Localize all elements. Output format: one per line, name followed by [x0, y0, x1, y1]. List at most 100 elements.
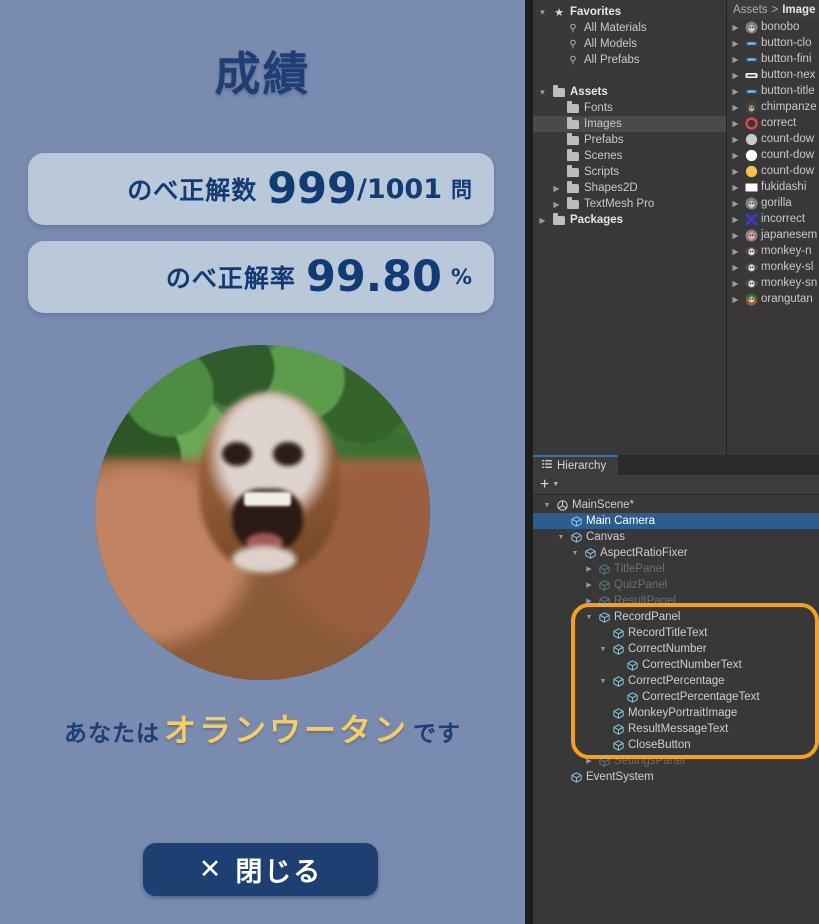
twisty-closed-icon[interactable]: [730, 87, 741, 96]
asset-row[interactable]: button-clo: [727, 35, 819, 51]
twisty-open-icon[interactable]: [541, 502, 553, 509]
twisty-open-icon[interactable]: [537, 8, 548, 17]
hierarchy-item-correctnumbertext[interactable]: CorrectNumberText: [533, 657, 819, 673]
asset-row[interactable]: incorrect: [727, 211, 819, 227]
twisty-closed-icon[interactable]: [730, 135, 741, 144]
project-tree-item-textmesh-pro[interactable]: TextMesh Pro: [533, 196, 726, 212]
close-button[interactable]: ✕ 閉じる: [143, 843, 378, 896]
twisty-closed-icon[interactable]: [730, 71, 741, 80]
asset-row[interactable]: fukidashi: [727, 179, 819, 195]
twisty-closed-icon[interactable]: [730, 183, 741, 192]
twisty-closed-icon[interactable]: [583, 565, 595, 573]
asset-row[interactable]: monkey-sl: [727, 259, 819, 275]
asset-row[interactable]: button-fini: [727, 51, 819, 67]
twisty-closed-icon[interactable]: [730, 247, 741, 256]
twisty-closed-icon[interactable]: [730, 119, 741, 128]
project-tree-item-shapes2d[interactable]: Shapes2D: [533, 180, 726, 196]
asset-row[interactable]: gorilla: [727, 195, 819, 211]
project-folder-tree[interactable]: ★ Favorites ⚲ All Materials ⚲ All Models ⚲ All …: [533, 0, 727, 455]
gameobject-icon: [626, 659, 639, 671]
hierarchy-item-monkeyportraitimage[interactable]: MonkeyPortraitImage: [533, 705, 819, 721]
correct-percentage-unit: %: [450, 265, 472, 289]
hierarchy-item-aspectratiofixer[interactable]: AspectRatioFixer: [533, 545, 819, 561]
project-tree-item-all-materials[interactable]: ⚲ All Materials: [533, 20, 726, 36]
asset-row[interactable]: count-dow: [727, 131, 819, 147]
twisty-closed-icon[interactable]: [583, 597, 595, 605]
hierarchy-item-correctpercentage[interactable]: CorrectPercentage: [533, 673, 819, 689]
twisty-closed-icon[interactable]: [730, 167, 741, 176]
asset-row-label: chimpanze: [761, 101, 817, 113]
star-icon: ★: [554, 6, 564, 19]
project-tree-item-assets[interactable]: Assets: [533, 84, 726, 100]
twisty-closed-icon[interactable]: [730, 39, 741, 48]
hierarchy-item-titlepanel[interactable]: TitlePanel: [533, 561, 819, 577]
twisty-closed-icon[interactable]: [551, 184, 562, 193]
asset-row[interactable]: japanesem: [727, 227, 819, 243]
twisty-closed-icon[interactable]: [730, 231, 741, 240]
hierarchy-tree[interactable]: MainScene* Main Camera Canvas AspectRatioFi…: [533, 495, 819, 785]
hierarchy-item-label: ResultMessageText: [628, 723, 729, 735]
twisty-closed-icon[interactable]: [583, 757, 595, 765]
add-gameobject-button[interactable]: +: [540, 476, 549, 493]
twisty-open-icon[interactable]: [597, 646, 609, 653]
asset-row[interactable]: orangutan: [727, 291, 819, 307]
twisty-closed-icon[interactable]: [730, 199, 741, 208]
breadcrumb-current[interactable]: Image: [782, 4, 815, 16]
twisty-closed-icon[interactable]: [730, 23, 741, 32]
hierarchy-item-quizpanel[interactable]: QuizPanel: [533, 577, 819, 593]
asset-row[interactable]: correct: [727, 115, 819, 131]
hierarchy-item-resultpanel[interactable]: ResultPanel: [533, 593, 819, 609]
twisty-open-icon[interactable]: [555, 534, 567, 541]
twisty-open-icon[interactable]: [569, 550, 581, 557]
asset-row[interactable]: chimpanze: [727, 99, 819, 115]
asset-row[interactable]: monkey-sn: [727, 275, 819, 291]
breadcrumb-root[interactable]: Assets: [733, 4, 768, 16]
twisty-closed-icon[interactable]: [537, 216, 548, 225]
asset-row[interactable]: button-nex: [727, 67, 819, 83]
twisty-open-icon[interactable]: [537, 88, 548, 97]
hierarchy-item-resultmessagetext[interactable]: ResultMessageText: [533, 721, 819, 737]
asset-row[interactable]: bonobo: [727, 19, 819, 35]
project-tree-item-scenes[interactable]: Scenes: [533, 148, 726, 164]
twisty-closed-icon[interactable]: [730, 103, 741, 112]
project-tree-item-favorites[interactable]: ★ Favorites: [533, 4, 726, 20]
twisty-closed-icon[interactable]: [730, 151, 741, 160]
asset-row[interactable]: button-title: [727, 83, 819, 99]
hierarchy-item-recordpanel[interactable]: RecordPanel: [533, 609, 819, 625]
twisty-closed-icon[interactable]: [730, 55, 741, 64]
twisty-closed-icon[interactable]: [730, 279, 741, 288]
twisty-open-icon[interactable]: [597, 678, 609, 685]
hierarchy-item-main-camera[interactable]: Main Camera: [533, 513, 819, 529]
chevron-down-icon[interactable]: ▼: [552, 481, 559, 488]
twisty-closed-icon[interactable]: [583, 581, 595, 589]
hierarchy-item-correctnumber[interactable]: CorrectNumber: [533, 641, 819, 657]
tab-hierarchy[interactable]: Hierarchy: [533, 455, 619, 475]
breadcrumb[interactable]: Assets > Image: [727, 0, 819, 19]
search-icon: ⚲: [569, 38, 577, 50]
gameobject-icon: [612, 723, 625, 735]
hierarchy-window: Hierarchy + ▼ MainScene* Main Camera Canva…: [533, 455, 819, 924]
project-tree-item-all-models[interactable]: ⚲ All Models: [533, 36, 726, 52]
project-tree-item-fonts[interactable]: Fonts: [533, 100, 726, 116]
asset-row[interactable]: count-dow: [727, 163, 819, 179]
asset-row[interactable]: monkey-n: [727, 243, 819, 259]
twisty-closed-icon[interactable]: [730, 295, 741, 304]
project-tree-item-images[interactable]: Images: [533, 116, 726, 132]
twisty-closed-icon[interactable]: [730, 263, 741, 272]
project-tree-item-scripts[interactable]: Scripts: [533, 164, 726, 180]
twisty-open-icon[interactable]: [583, 614, 595, 621]
project-tree-item-prefabs[interactable]: Prefabs: [533, 132, 726, 148]
hierarchy-item-settingspanel[interactable]: SettingsPanel: [533, 753, 819, 769]
asset-row[interactable]: count-dow: [727, 147, 819, 163]
project-asset-list[interactable]: Assets > Image bonobo button-clo button-fi…: [727, 0, 819, 455]
hierarchy-item-recordtitletext[interactable]: RecordTitleText: [533, 625, 819, 641]
hierarchy-item-closebutton[interactable]: CloseButton: [533, 737, 819, 753]
twisty-closed-icon[interactable]: [730, 215, 741, 224]
project-tree-item-packages[interactable]: Packages: [533, 212, 726, 228]
project-tree-item-all-prefabs[interactable]: ⚲ All Prefabs: [533, 52, 726, 68]
hierarchy-item-correctpercentagetext[interactable]: CorrectPercentageText: [533, 689, 819, 705]
twisty-closed-icon[interactable]: [551, 200, 562, 209]
hierarchy-item-eventsystem[interactable]: EventSystem: [533, 769, 819, 785]
hierarchy-item-canvas[interactable]: Canvas: [533, 529, 819, 545]
hierarchy-item-mainscene[interactable]: MainScene*: [533, 497, 819, 513]
